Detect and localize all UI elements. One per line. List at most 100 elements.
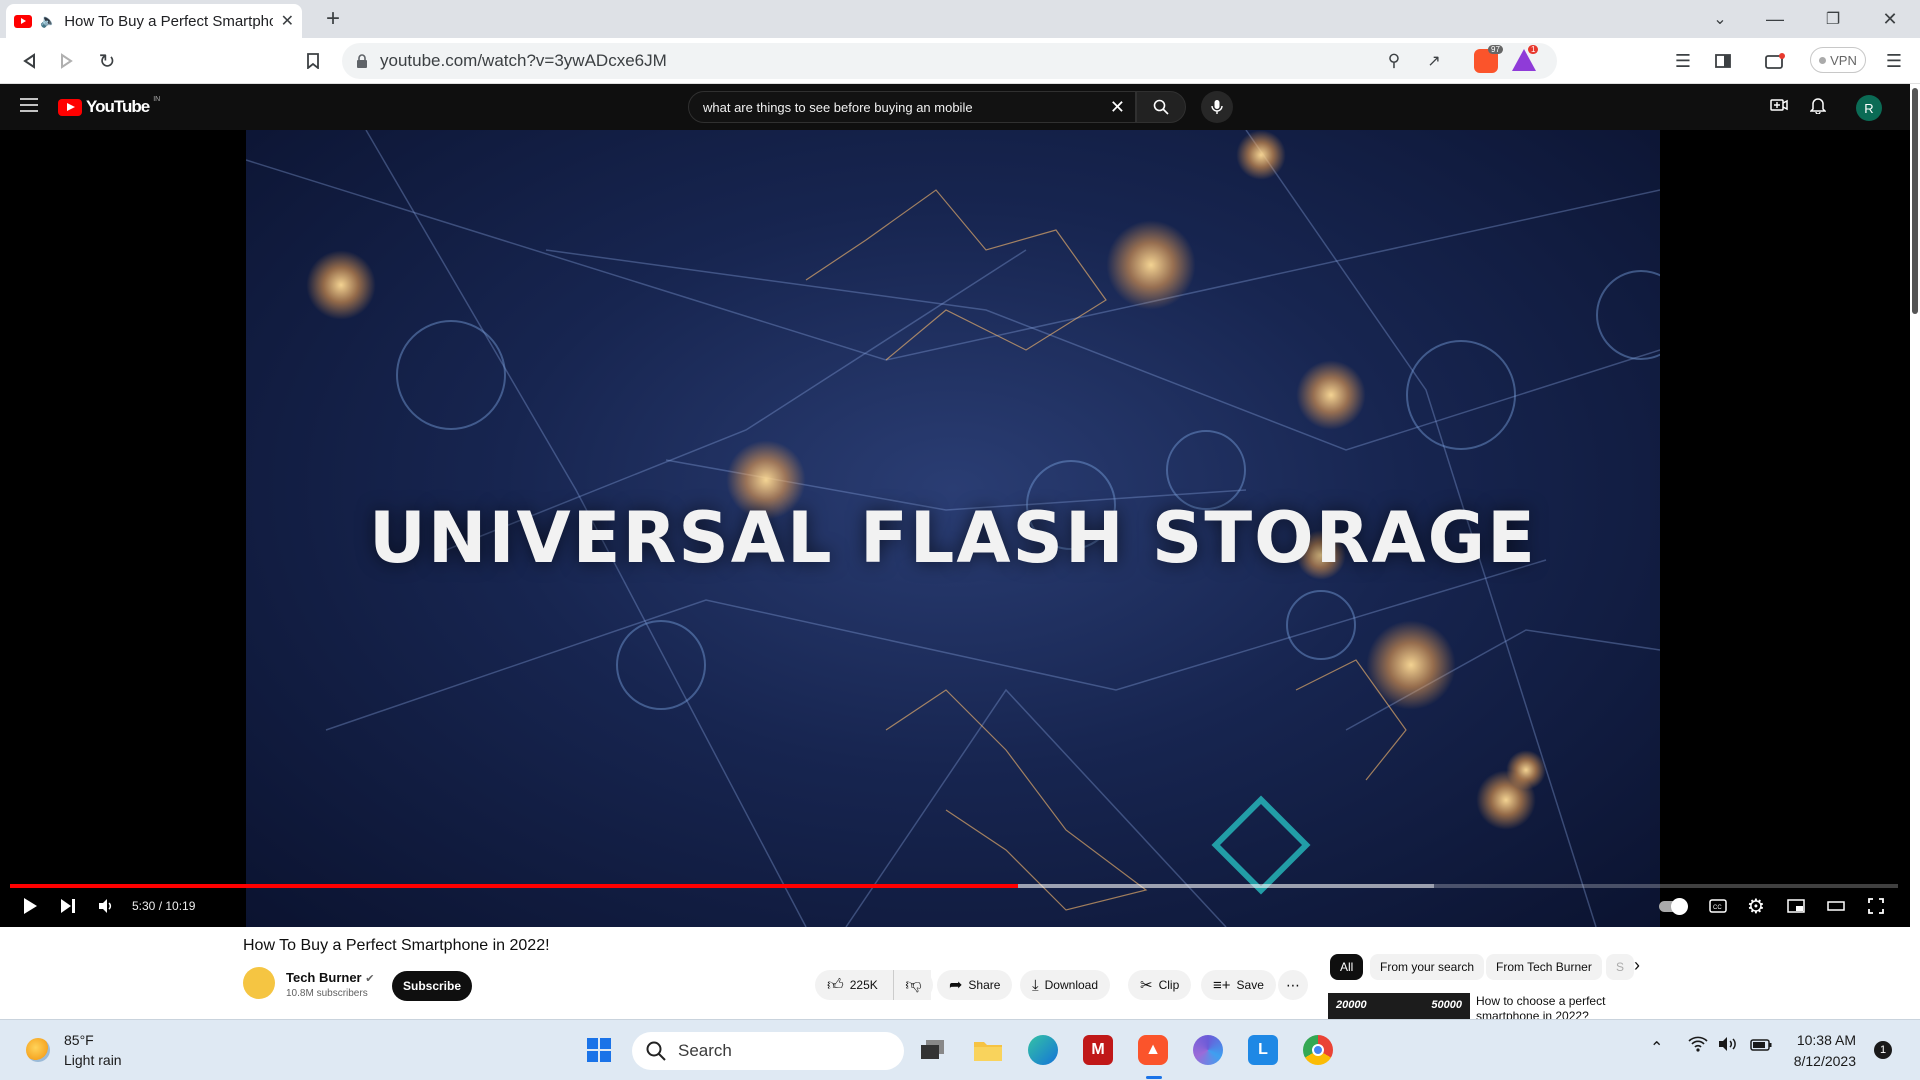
save-label: Save [1236,978,1264,992]
back-button[interactable] [14,46,44,76]
tab-close-icon[interactable]: ✕ [281,11,294,31]
copilot-app-icon[interactable] [1193,1035,1223,1065]
create-video-icon[interactable] [1770,97,1790,117]
media-control-icon[interactable]: ☰ [1668,46,1698,76]
miniplayer-button[interactable] [1782,892,1810,920]
scrollbar-thumb[interactable] [1912,88,1918,314]
search-button[interactable] [1136,91,1186,123]
theater-mode-button[interactable] [1822,892,1850,920]
zoom-icon[interactable]: ⚲ [1380,47,1408,75]
brave-browser-icon[interactable]: ▲ [1138,1035,1168,1065]
miniplayer-icon [1787,899,1805,913]
bookmark-icon[interactable] [298,46,328,76]
fullscreen-button[interactable] [1862,892,1890,920]
show-hidden-icons-chevron-icon[interactable]: ⌃ [1650,1038,1663,1058]
wifi-icon[interactable] [1688,1036,1708,1057]
new-tab-button[interactable]: + [318,4,348,34]
vpn-button[interactable]: VPN [1810,47,1866,73]
light-flare [1296,360,1366,430]
settings-button[interactable]: ⚙ [1742,892,1770,920]
weather-rain-icon [26,1038,50,1062]
light-flare [306,250,376,320]
video-info-section: How To Buy a Perfect Smartphone in 2022!… [0,927,1910,1019]
svg-text:CC: CC [1713,905,1722,911]
recommendation-title[interactable]: How to choose a perfect smartphone in 20… [1476,994,1626,1019]
notifications-bell-icon[interactable] [1809,96,1830,118]
sidebar-icon[interactable] [1708,46,1738,76]
chrome-browser-icon[interactable] [1303,1035,1333,1065]
progress-bar[interactable] [10,884,1898,888]
reload-button[interactable]: ↻ [92,46,122,76]
edge-browser-icon[interactable] [1028,1035,1058,1065]
weather-temperature: 85°F [64,1032,94,1048]
channel-avatar[interactable] [243,967,275,999]
minimize-button[interactable]: — [1760,4,1790,34]
youtube-logo[interactable]: YouTube IN [58,96,160,117]
start-button[interactable] [584,1035,614,1065]
user-node-icon [616,620,706,710]
file-explorer-icon[interactable] [973,1035,1003,1065]
audio-playing-icon[interactable]: 🔈 [40,13,56,29]
user-node-icon [1286,590,1356,660]
subscribe-button[interactable]: Subscribe [392,971,472,1001]
vpn-label: VPN [1830,52,1857,68]
chip-all[interactable]: All [1330,954,1364,980]
close-window-button[interactable]: ✕ [1875,4,1905,34]
next-button[interactable] [56,892,80,920]
fullscreen-icon [1868,898,1884,914]
taskbar-search[interactable]: Search [632,1032,904,1070]
windows-logo-icon [587,1038,611,1062]
guide-menu-icon[interactable] [20,98,40,116]
play-button[interactable] [18,892,42,920]
browser-tab[interactable]: 🔈 How To Buy a Perfect Smartphone in 202… [6,4,302,38]
weather-description: Light rain [64,1052,122,1068]
chips-next-chevron-icon[interactable]: › [1634,955,1640,976]
tab-search-chevron-icon[interactable]: ⌄ [1705,4,1735,34]
video-frame[interactable]: UNIVERSAL FLASH STORAGE [246,130,1660,927]
maximize-button[interactable]: ❐ [1818,4,1848,34]
light-flare [1506,750,1546,790]
autoplay-toggle[interactable] [1656,892,1690,920]
battery-icon[interactable] [1750,1038,1772,1056]
chip-from-your-search[interactable]: From your search [1370,954,1485,980]
mute-button[interactable] [94,892,118,920]
clip-button[interactable]: ✂ Clip [1128,970,1192,1000]
notification-badge[interactable]: 1 [1874,1041,1892,1059]
address-bar[interactable]: youtube.com/watch?v=3ywADcxe6JM ⚲ ↗ 97 1 [342,43,1557,79]
dislike-button[interactable]: 👎︎ [893,970,933,1000]
video-player[interactable]: UNIVERSAL FLASH STORAGE 5:30 / 10:19 CC … [0,130,1910,927]
save-button[interactable]: ≡+ Save [1201,970,1276,1000]
download-button[interactable]: ⤓ Download [1020,970,1111,1000]
recommendation-thumbnail[interactable]: 20000 50000 [1328,993,1470,1019]
mcafee-icon[interactable]: M [1083,1035,1113,1065]
search-input[interactable]: what are things to see before buying an … [688,91,1136,123]
video-title: How To Buy a Perfect Smartphone in 2022! [243,937,550,954]
task-view-icon[interactable] [918,1035,948,1065]
more-actions-button[interactable]: ⋯ [1278,970,1308,1000]
user-node-icon [396,320,506,430]
thumbnail-text-left: 20000 [1336,999,1367,1011]
voice-search-button[interactable] [1201,91,1233,123]
share-page-icon[interactable]: ↗ [1420,47,1448,75]
channel-name[interactable]: Tech Burner ✔ [286,970,374,985]
clear-search-icon[interactable]: ✕ [1110,97,1125,118]
subtitles-button[interactable]: CC [1704,892,1732,920]
chip-partial[interactable]: S [1606,954,1635,980]
thumbs-up-icon: 👍︎ [827,976,844,994]
clock-date[interactable]: 8/12/2023 [1780,1053,1856,1069]
chip-from-channel[interactable]: From Tech Burner [1486,954,1602,980]
wallet-icon[interactable] [1760,46,1790,76]
verified-badge-icon: ✔ [365,973,375,985]
clock-time[interactable]: 10:38 AM [1790,1032,1856,1048]
browser-menu-icon[interactable]: ☰ [1880,46,1908,76]
speaker-icon[interactable] [1718,1036,1738,1057]
l-app-icon[interactable]: L [1248,1035,1278,1065]
taskbar-search-placeholder: Search [678,1041,732,1060]
account-avatar[interactable]: R [1856,95,1882,121]
download-icon: ⤓ [1032,976,1039,994]
scissors-icon: ✂ [1140,977,1153,994]
active-app-indicator [1146,1076,1162,1079]
thumbs-down-icon: 👎︎ [905,976,922,994]
forward-button[interactable] [52,46,82,76]
share-button[interactable]: ➦ Share [937,970,1013,1000]
